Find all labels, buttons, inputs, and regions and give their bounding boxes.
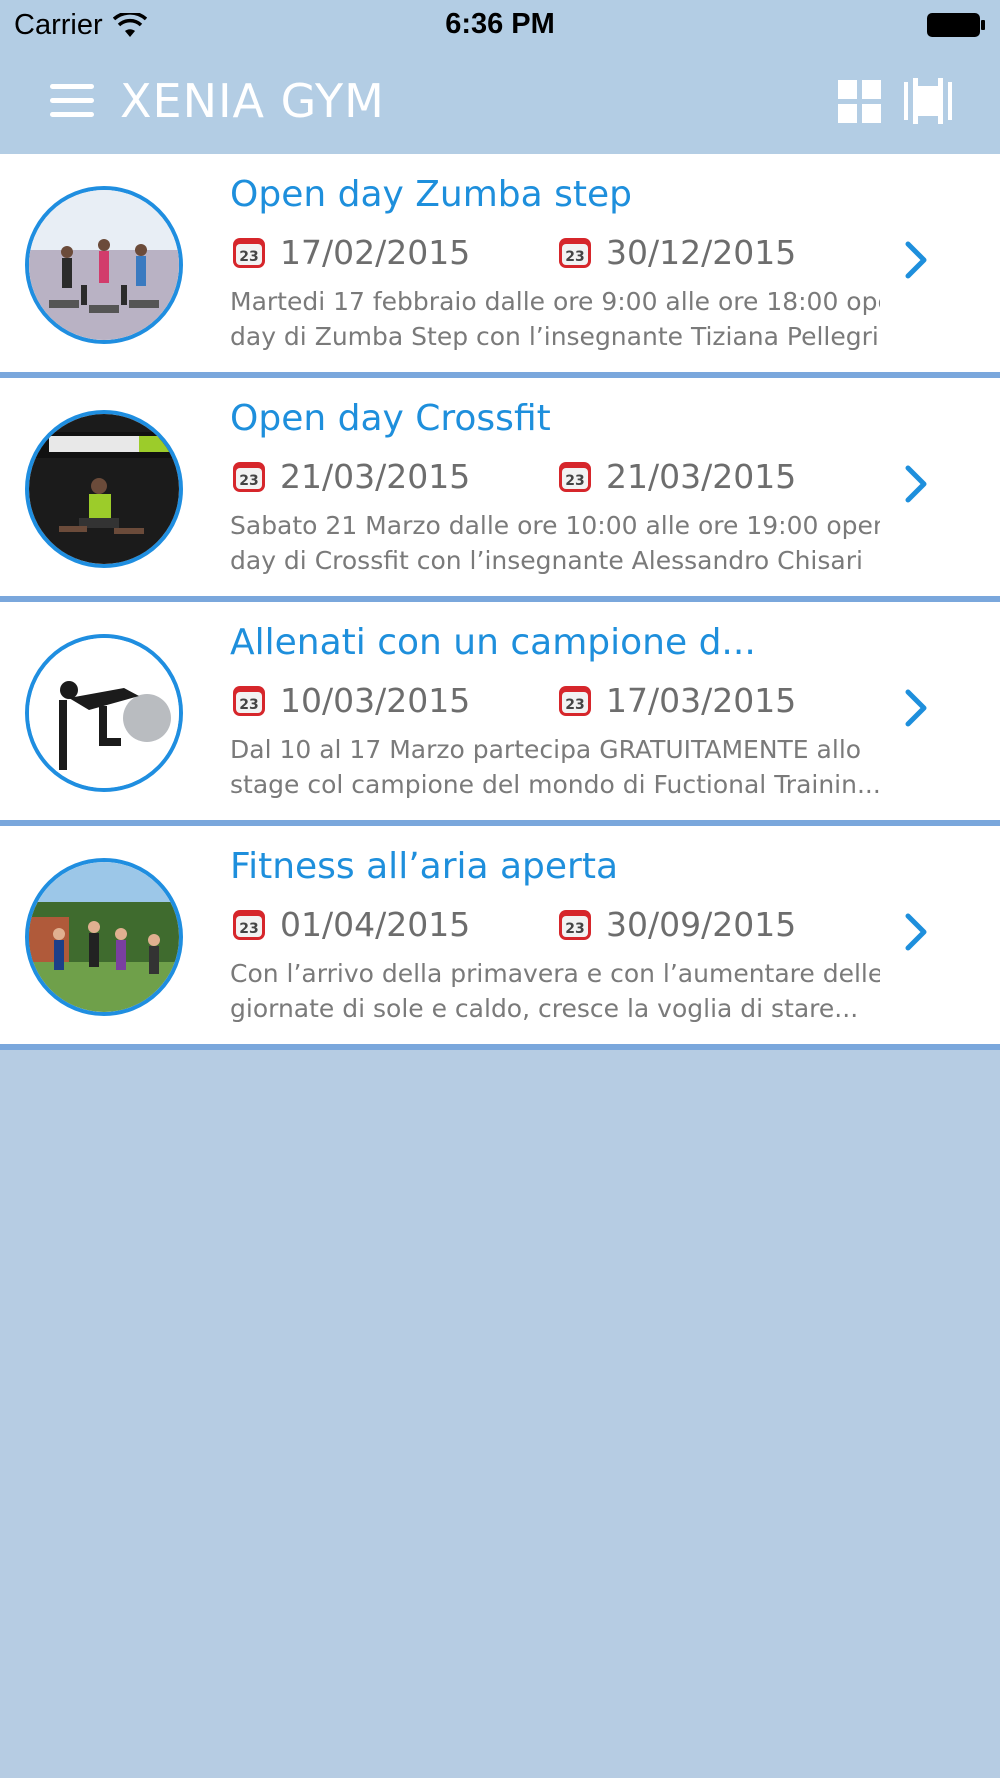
svg-text:23: 23 [565,249,584,265]
event-thumbnail [25,858,183,1016]
description-line: Con l’arrivo della primavera e con l’aum… [230,959,880,988]
status-time: 6:36 PM [445,8,555,40]
start-date: 23 01/04/2015 [232,905,470,944]
event-title: Fitness all’aria aperta [230,846,619,887]
calendar-icon: 23 [233,237,265,268]
start-date: 23 17/02/2015 [232,233,470,272]
app-header: XENIA GYM [0,52,1000,154]
end-date: 23 21/03/2015 [558,457,796,496]
description-line: giornate di sole e caldo, cresce la vogl… [230,994,859,1023]
training-photo-icon [29,638,179,788]
svg-text:23: 23 [565,697,584,713]
list-view-icon[interactable] [904,78,952,124]
description-line: day di Zumba Step con l’insegnante Tizia… [230,322,880,351]
event-row[interactable]: Allenati con un campione d... 23 10/03/2… [0,602,1000,826]
event-title: Allenati con un campione d... [230,622,756,663]
description-line: Sabato 21 Marzo dalle ore 10:00 alle ore… [230,511,880,540]
chevron-right-icon[interactable] [904,240,930,280]
start-date-text: 10/03/2015 [280,681,471,720]
event-thumbnail [25,186,183,344]
start-date: 23 21/03/2015 [232,457,470,496]
event-thumbnail [25,634,183,792]
svg-text:23: 23 [239,697,258,713]
description-line: day di Crossfit con l’insegnante Alessan… [230,546,863,575]
end-date: 23 30/09/2015 [558,905,796,944]
menu-icon[interactable] [50,82,94,120]
svg-text:23: 23 [239,473,258,489]
battery-icon [927,13,985,37]
end-date-text: 17/03/2015 [606,681,797,720]
event-description: Dal 10 al 17 Marzo partecipa GRATUITAMEN… [230,732,880,802]
chevron-right-icon[interactable] [904,688,930,728]
crossfit-photo-icon [29,414,179,564]
event-row[interactable]: Open day Zumba step 23 17/02/2015 23 30/… [0,154,1000,378]
event-description: Martedi 17 febbraio dalle ore 9:00 alle … [230,284,880,354]
outdoor-fitness-photo-icon [29,862,179,1012]
status-bar: Carrier 6:36 PM [0,0,1000,52]
start-date: 23 10/03/2015 [232,681,470,720]
description-line: Dal 10 al 17 Marzo partecipa GRATUITAMEN… [230,735,862,764]
start-date-text: 21/03/2015 [280,457,471,496]
event-description: Sabato 21 Marzo dalle ore 10:00 alle ore… [230,508,880,578]
chevron-right-icon[interactable] [904,464,930,504]
end-date: 23 30/12/2015 [558,233,796,272]
event-thumbnail [25,410,183,568]
svg-text:23: 23 [565,473,584,489]
app-title: XENIA GYM [120,74,385,128]
description-line: stage col campione del mondo di Fuctiona… [230,770,880,799]
calendar-icon: 23 [559,237,591,268]
svg-text:23: 23 [239,249,258,265]
calendar-icon: 23 [559,685,591,716]
svg-text:23: 23 [239,921,258,937]
event-title: Open day Crossfit [230,398,551,439]
event-row[interactable]: Fitness all’aria aperta 23 01/04/2015 23… [0,826,1000,1050]
end-date: 23 17/03/2015 [558,681,796,720]
calendar-icon: 23 [559,909,591,940]
grid-view-icon[interactable] [838,80,882,124]
end-date-text: 30/12/2015 [606,233,797,272]
event-row[interactable]: Open day Crossfit 23 21/03/2015 23 21/03… [0,378,1000,602]
description-line: Martedi 17 febbraio dalle ore 9:00 alle … [230,287,880,316]
event-list: Open day Zumba step 23 17/02/2015 23 30/… [0,154,1000,1050]
end-date-text: 21/03/2015 [606,457,797,496]
event-description: Con l’arrivo della primavera e con l’aum… [230,956,880,1026]
chevron-right-icon[interactable] [904,912,930,952]
svg-text:23: 23 [565,921,584,937]
calendar-icon: 23 [233,685,265,716]
start-date-text: 17/02/2015 [280,233,471,272]
end-date-text: 30/09/2015 [606,905,797,944]
calendar-icon: 23 [559,461,591,492]
calendar-icon: 23 [233,461,265,492]
event-title: Open day Zumba step [230,174,633,215]
zumba-photo-icon [29,190,179,340]
start-date-text: 01/04/2015 [280,905,471,944]
calendar-icon: 23 [233,909,265,940]
